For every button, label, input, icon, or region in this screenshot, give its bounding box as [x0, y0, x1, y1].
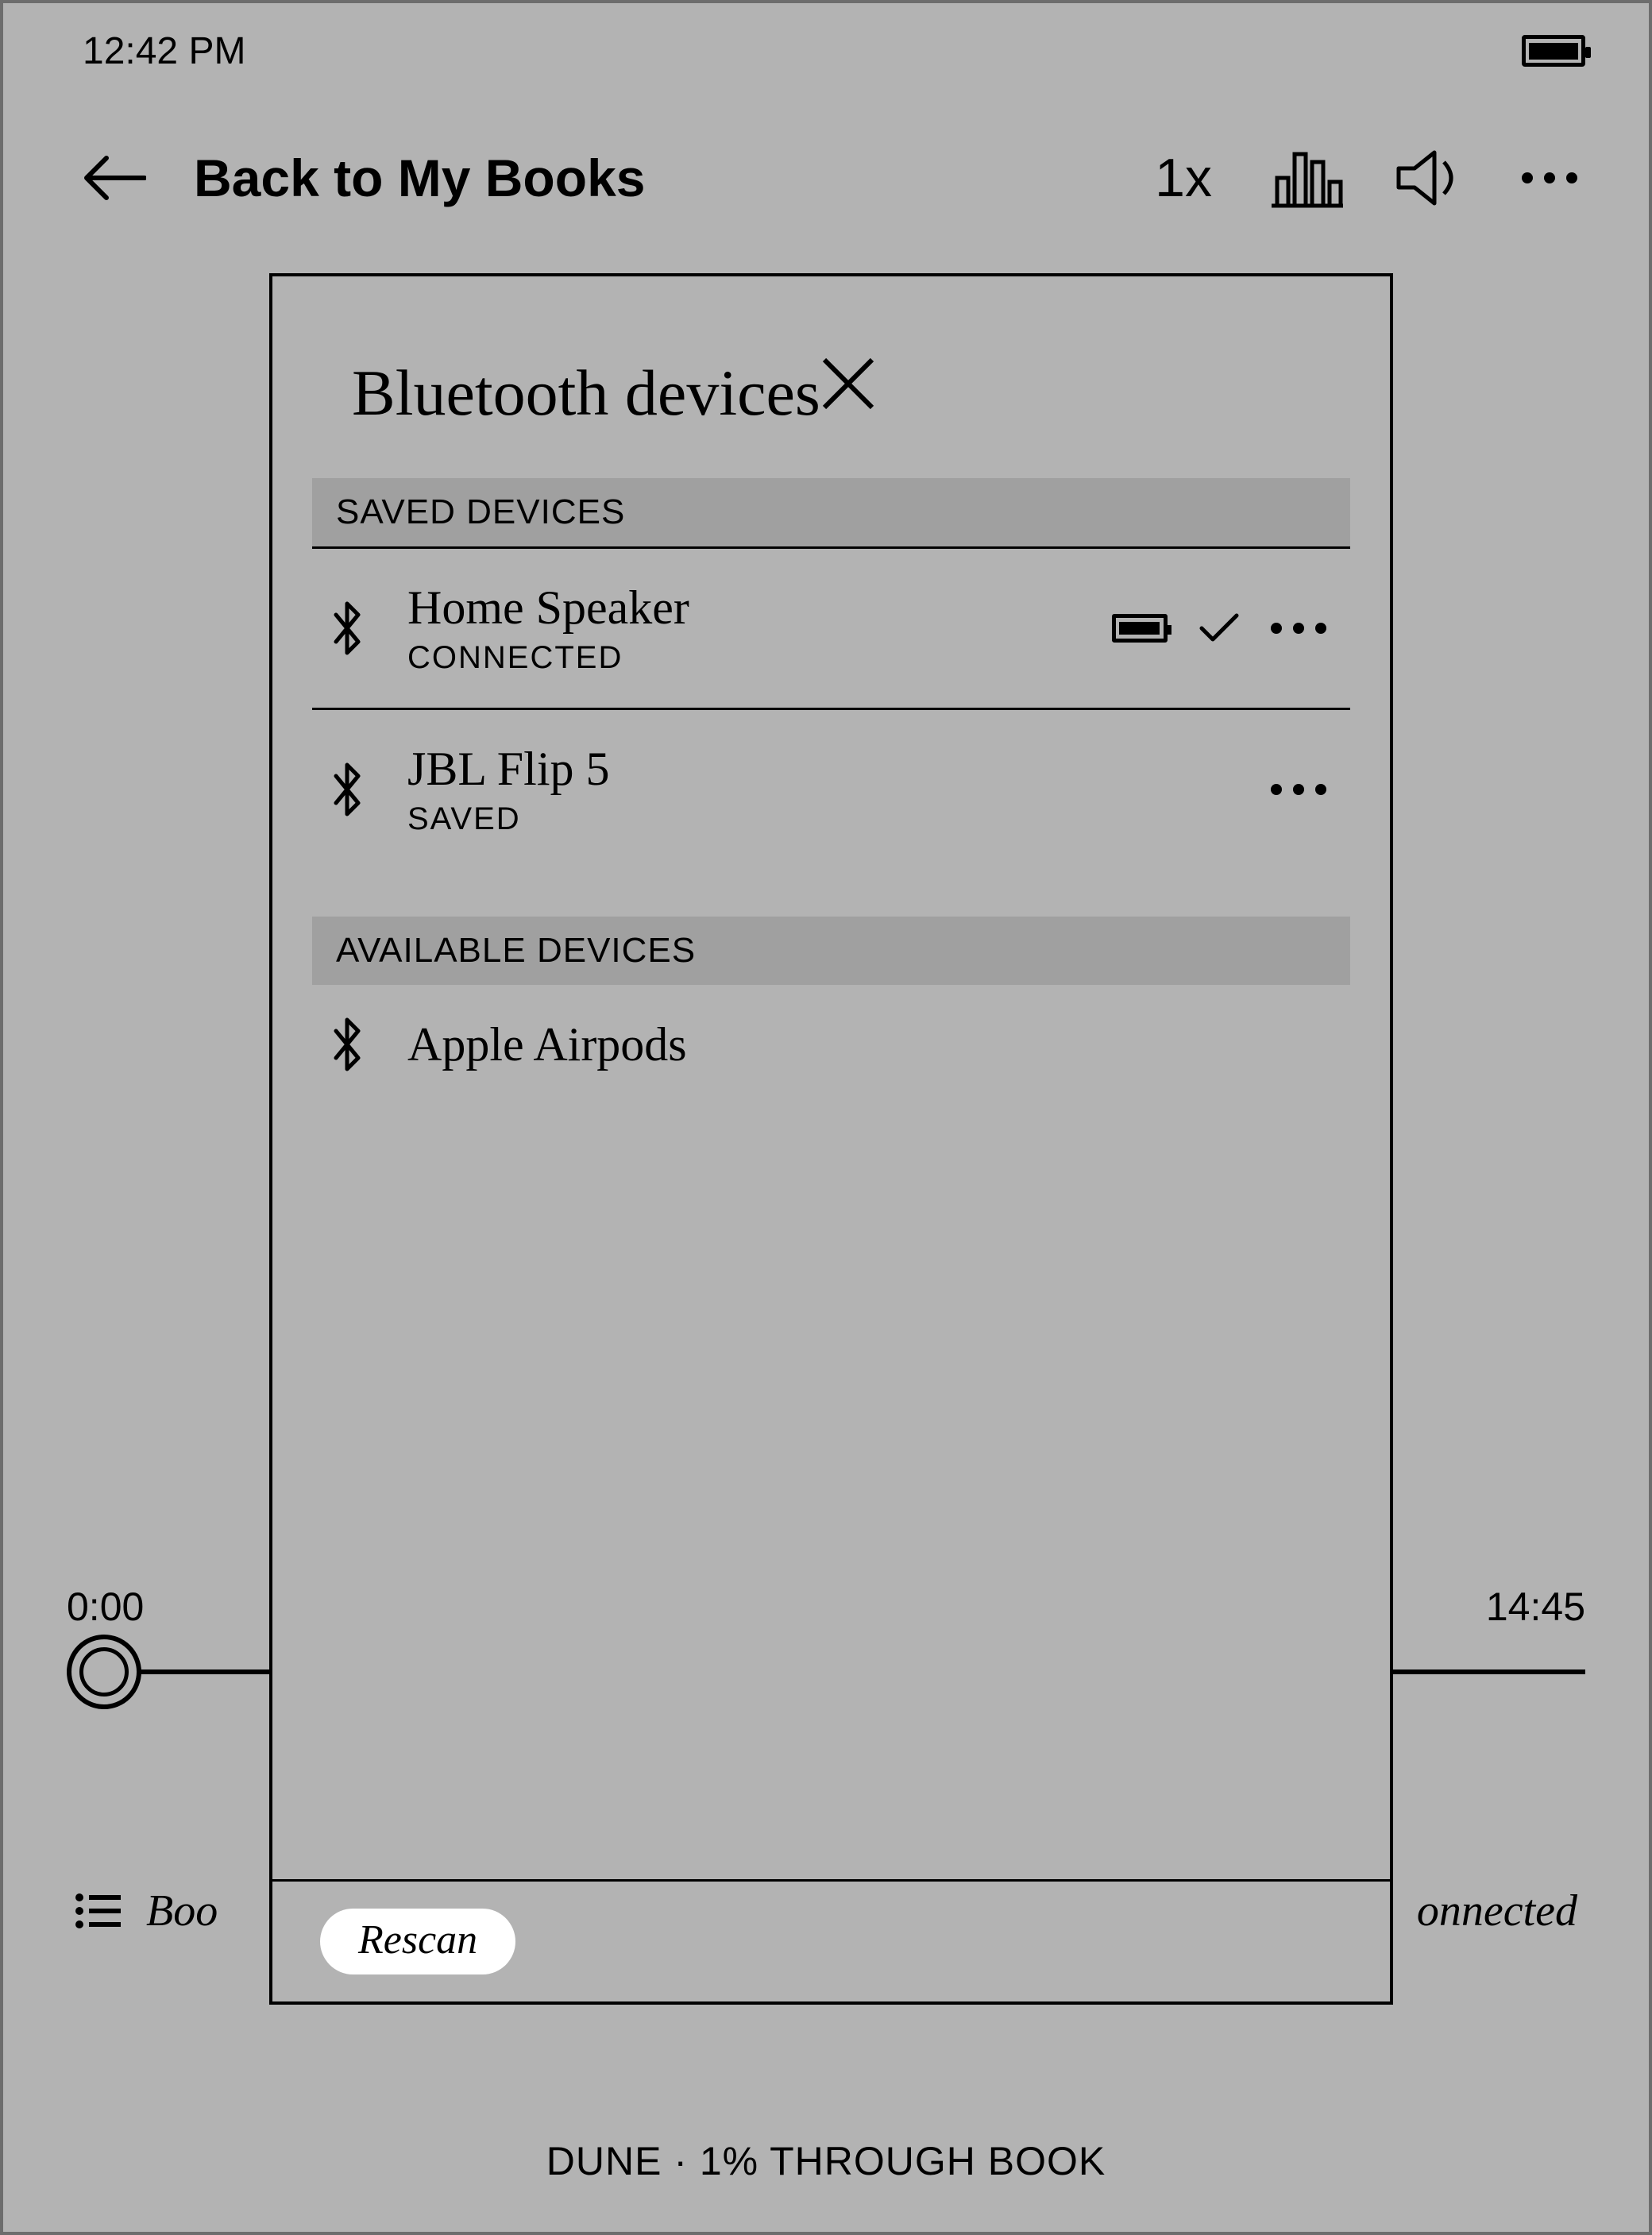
- book-progress-footer: DUNE · 1% THROUGH BOOK: [3, 2138, 1649, 2184]
- volume-icon[interactable]: [1395, 146, 1474, 210]
- saved-device-row[interactable]: JBL Flip 5 SAVED: [312, 710, 1350, 869]
- available-device-row[interactable]: Apple Airpods: [312, 985, 1350, 1104]
- progress-thumb[interactable]: [67, 1635, 141, 1709]
- bluetooth-icon: [328, 600, 368, 656]
- clock: 12:42 PM: [83, 29, 245, 73]
- device-name: Apple Airpods: [407, 1017, 1326, 1072]
- device-more-icon[interactable]: [1271, 623, 1326, 634]
- back-arrow-icon[interactable]: [83, 154, 146, 202]
- playback-speed-button[interactable]: 1x: [1155, 147, 1212, 209]
- available-devices-header: AVAILABLE DEVICES: [312, 917, 1350, 985]
- modal-title: Bluetooth devices: [352, 356, 820, 430]
- bluetooth-icon: [328, 762, 368, 817]
- close-icon[interactable]: [820, 356, 876, 411]
- elapsed-time: 0:00: [67, 1584, 144, 1630]
- device-status: SAVED: [407, 801, 1271, 837]
- saved-device-row[interactable]: Home Speaker CONNECTED: [312, 549, 1350, 710]
- device-battery-icon: [1112, 614, 1168, 643]
- more-icon[interactable]: [1522, 172, 1577, 183]
- saved-devices-header: SAVED DEVICES: [312, 478, 1350, 549]
- bluetooth-icon: [328, 1017, 368, 1072]
- battery-icon: [1522, 35, 1585, 67]
- chapter-label-partial: Boo: [146, 1886, 218, 1936]
- device-more-icon[interactable]: [1271, 784, 1326, 795]
- rescan-button[interactable]: Rescan: [320, 1909, 515, 1974]
- connection-label-partial: onnected: [1417, 1886, 1577, 1936]
- device-status: CONNECTED: [407, 640, 1112, 676]
- list-icon[interactable]: [75, 1891, 122, 1931]
- status-bar: 12:42 PM: [3, 3, 1649, 98]
- bluetooth-devices-modal: Bluetooth devices SAVED DEVICES Home Spe…: [269, 273, 1393, 2005]
- remaining-time: 14:45: [1486, 1584, 1585, 1630]
- device-name: Home Speaker: [407, 581, 1112, 635]
- device-name: JBL Flip 5: [407, 742, 1271, 797]
- back-button-label[interactable]: Back to My Books: [194, 148, 645, 208]
- check-icon: [1199, 612, 1239, 644]
- equalizer-icon[interactable]: [1268, 146, 1347, 210]
- player-toolbar: Back to My Books 1x: [3, 122, 1649, 234]
